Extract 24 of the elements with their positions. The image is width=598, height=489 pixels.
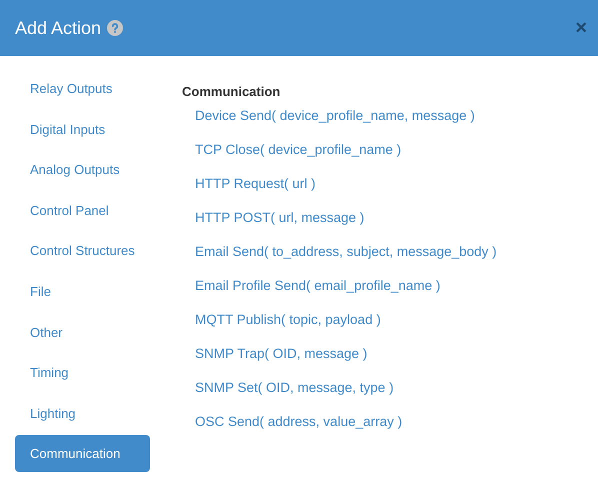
category-item[interactable]: Analog Outputs (15, 151, 150, 188)
action-link[interactable]: SNMP Set( OID, message, type ) (182, 380, 497, 414)
action-link[interactable]: Device Send( device_profile_name, message ) (182, 108, 497, 142)
action-link[interactable]: Email Profile Send( email_profile_name ) (182, 278, 497, 312)
category-item[interactable]: Communication (15, 435, 150, 472)
category-item[interactable]: File (15, 272, 150, 310)
help-icon[interactable] (107, 20, 124, 36)
action-link[interactable]: HTTP POST( url, message ) (182, 210, 497, 244)
section-heading: Communication (182, 84, 282, 99)
category-item[interactable]: Relay Outputs (15, 70, 150, 107)
close-button[interactable]: × (575, 16, 587, 40)
category-item[interactable]: Control Structures (15, 232, 150, 270)
action-link[interactable]: MQTT Publish( topic, payload ) (182, 312, 497, 346)
action-link[interactable]: Email Send( to_address, subject, message_body ) (182, 244, 497, 278)
category-item[interactable]: Timing (15, 354, 150, 392)
category-item[interactable]: Lighting (15, 394, 150, 432)
action-link[interactable]: SNMP Trap( OID, message ) (182, 346, 497, 380)
action-link[interactable]: HTTP Request( url ) (182, 176, 497, 210)
category-item[interactable]: Control Panel (15, 192, 150, 229)
category-item[interactable]: Other (15, 314, 150, 351)
action-link[interactable]: OSC Send( address, value_array ) (182, 414, 497, 448)
dialog-title: Add Action (15, 18, 102, 38)
action-link[interactable]: TCP Close( device_profile_name ) (182, 142, 497, 176)
category-item[interactable]: Digital Inputs (15, 110, 150, 148)
